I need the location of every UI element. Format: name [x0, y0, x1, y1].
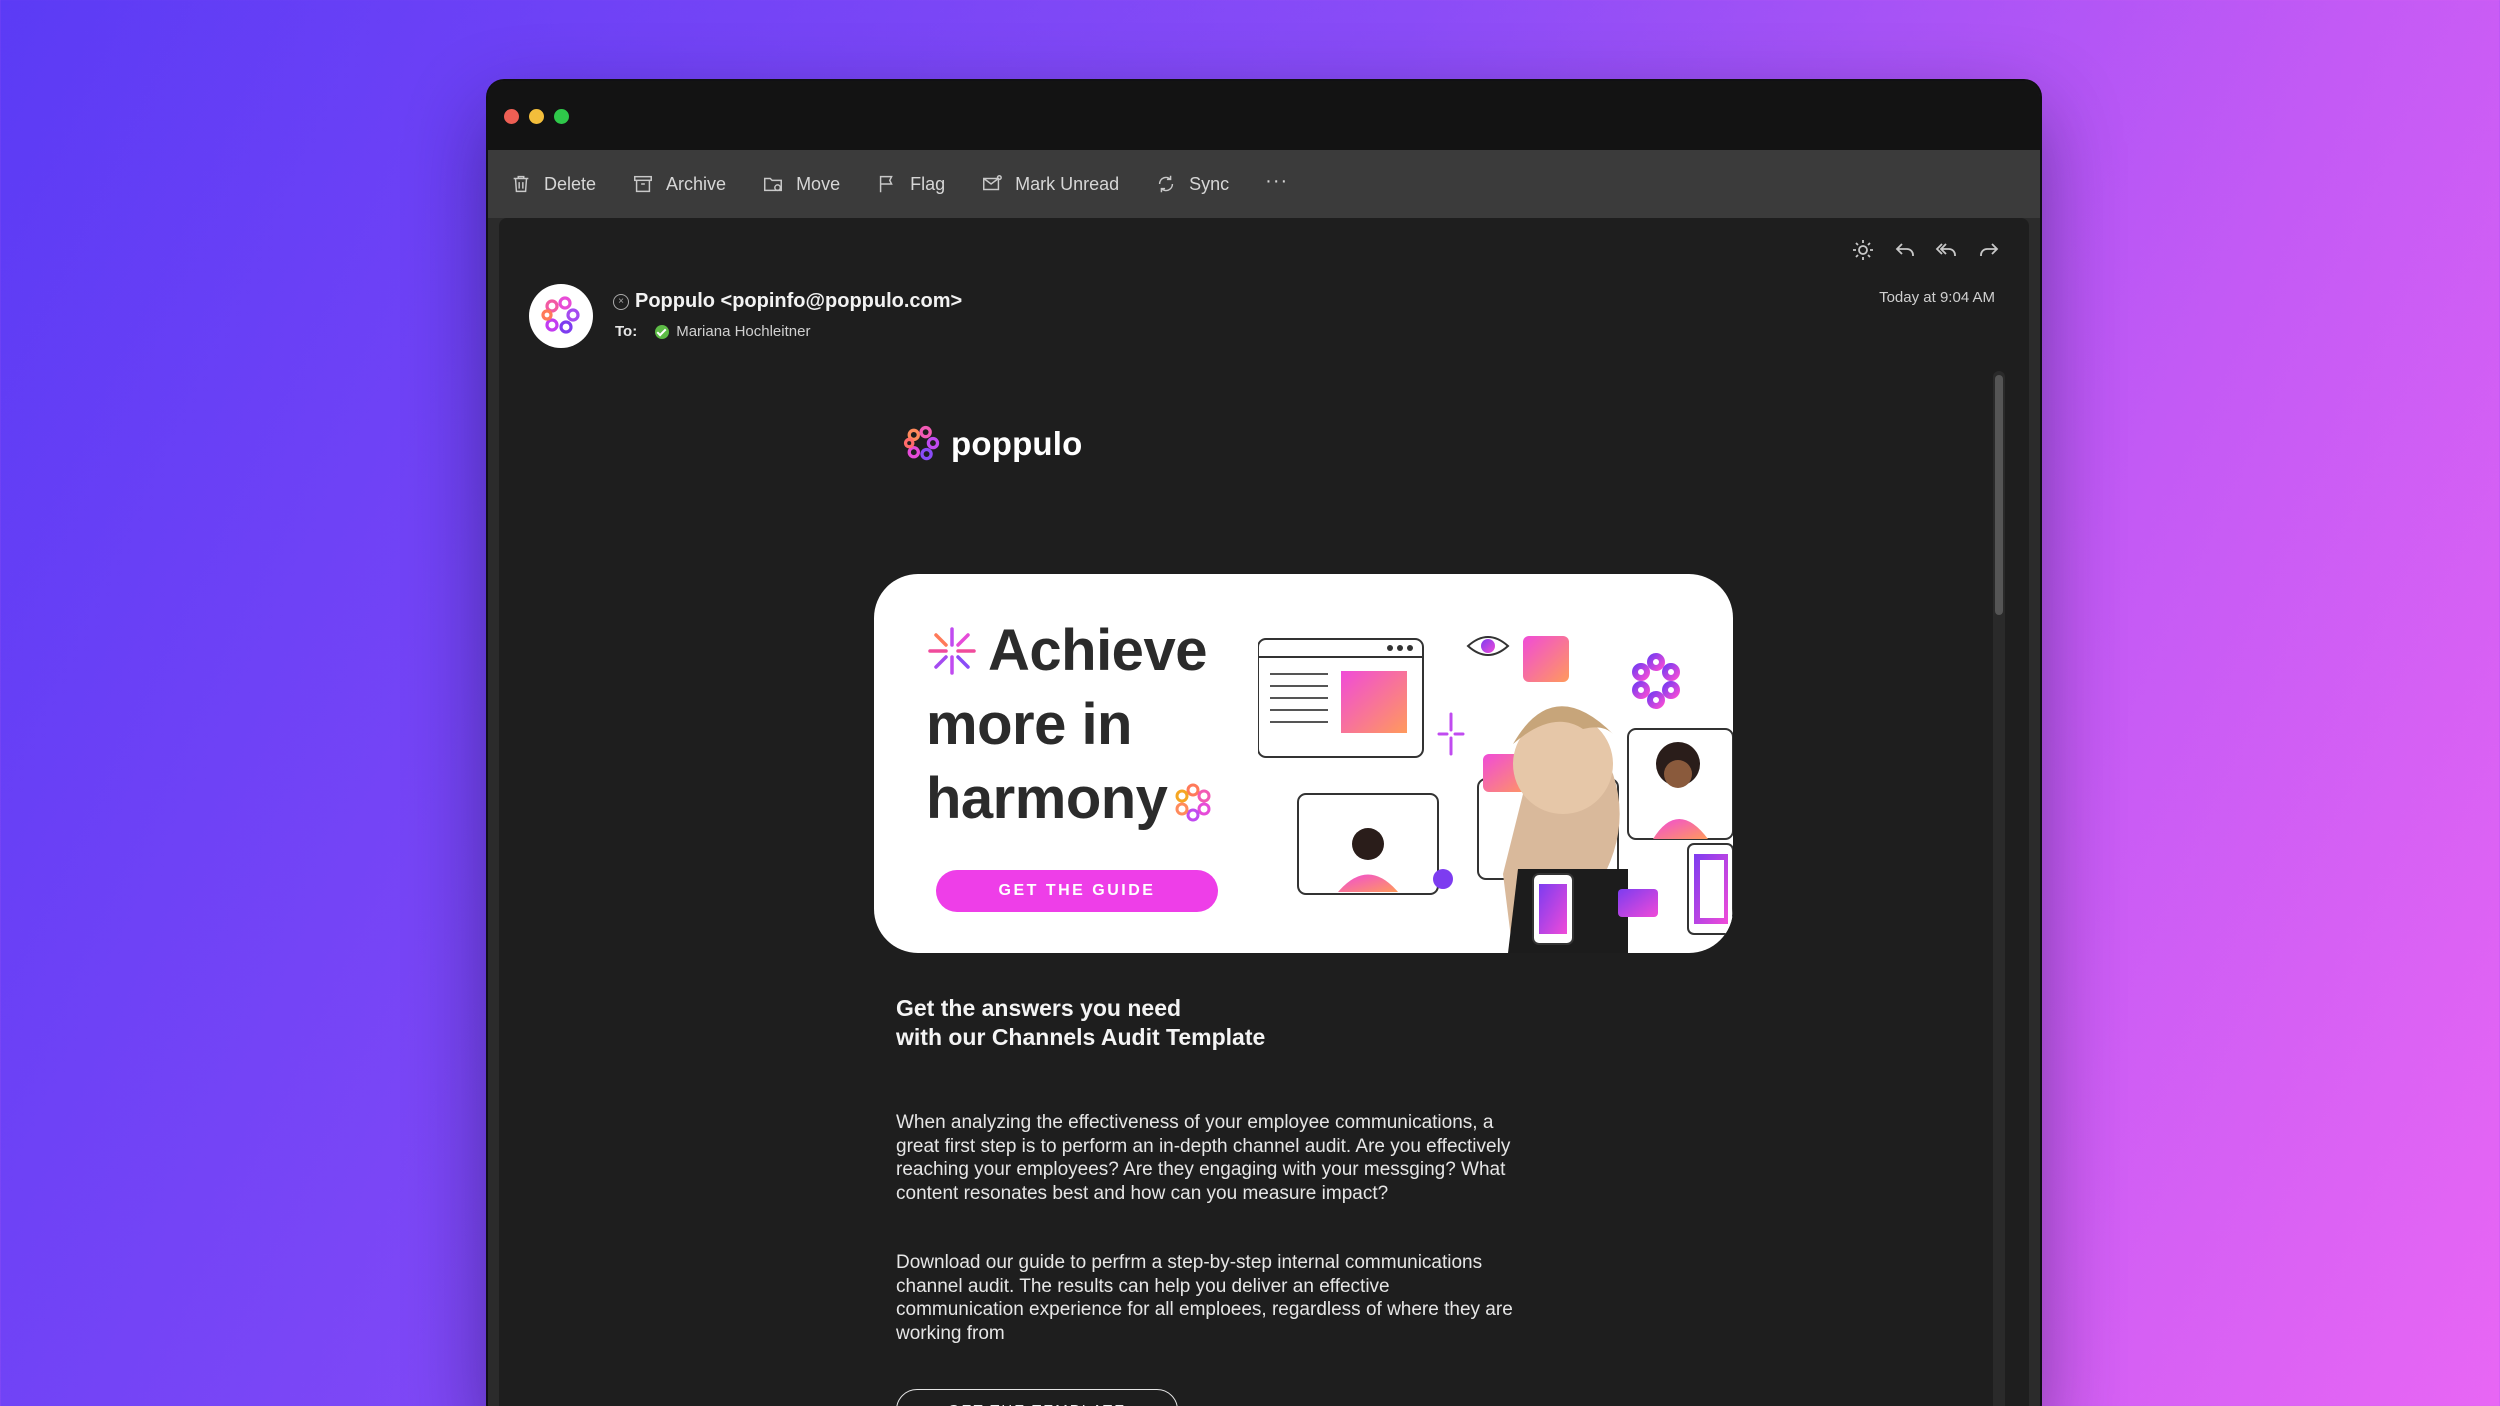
folder-move-icon — [764, 177, 783, 192]
sync-button[interactable]: Sync — [1155, 173, 1229, 195]
message-actions — [1851, 238, 2001, 262]
get-the-guide-button[interactable]: GET THE GUIDE — [936, 870, 1218, 912]
flag-icon — [879, 175, 893, 193]
archive-icon — [634, 175, 653, 193]
message-timestamp: Today at 9:04 AM — [1879, 289, 1995, 306]
archive-label: Archive — [666, 173, 727, 194]
scrollbar[interactable] — [1993, 371, 2005, 1406]
headline-line-1: Achieve — [988, 618, 1207, 683]
headline-line-2: more in — [926, 692, 1133, 757]
hero-banner[interactable]: Achieve more in harmony GET THE GUIDE — [874, 574, 1733, 953]
sender-address: Poppulo <popinfo@poppulo.com> — [635, 290, 963, 312]
mark-unread-button[interactable]: Mark Unread — [981, 173, 1119, 195]
mark-unread-label: Mark Unread — [1015, 173, 1120, 194]
email-title-line-2: with our Channels Audit Template — [896, 1024, 1266, 1050]
sync-label: Sync — [1189, 173, 1230, 194]
to-label: To: — [615, 323, 638, 340]
close-window-button[interactable] — [504, 109, 519, 124]
flag-button[interactable]: Flag — [876, 173, 945, 195]
minimize-window-button[interactable] — [529, 109, 544, 124]
move-label: Move — [796, 173, 841, 194]
poppulo-logo-icon — [541, 296, 580, 334]
delete-label: Delete — [544, 173, 597, 194]
headline-line-3: harmony — [926, 766, 1168, 831]
reply-all-icon[interactable] — [1935, 238, 1959, 262]
envelope-icon — [983, 175, 1002, 191]
delete-button[interactable]: Delete — [510, 173, 596, 195]
sparkle-icon — [928, 627, 976, 675]
body-paragraph-2: Download our guide to perfrm a step-by-s… — [896, 1252, 1513, 1344]
message-pane: × Poppulo <popinfo@poppulo.com> To: Mari… — [499, 218, 2029, 1406]
archive-button[interactable]: Archive — [632, 173, 726, 195]
scrollbar-thumb[interactable] — [1995, 375, 2003, 615]
reply-icon[interactable] — [1893, 238, 1917, 262]
sender[interactable]: × Poppulo <popinfo@poppulo.com> — [613, 290, 962, 313]
hero-headline: Achieve more in harmony — [926, 614, 1213, 836]
get-the-template-button[interactable]: GET THE TEMPLATE — [896, 1389, 1178, 1406]
toolbar: Delete Archive Move Flag Mark Unread Syn… — [488, 150, 2040, 218]
email-brand-logo[interactable]: poppulo — [901, 423, 1083, 465]
zoom-window-button[interactable] — [554, 109, 569, 124]
recipient-name[interactable]: Mariana Hochleitner — [676, 323, 810, 340]
brightness-icon[interactable] — [1851, 238, 1875, 262]
body-paragraph-1: When analyzing the effectiveness of your… — [896, 1112, 1511, 1204]
harmony-flower-icon — [1175, 783, 1211, 822]
verified-icon — [655, 324, 670, 339]
sender-avatar — [529, 284, 593, 348]
mail-window: Delete Archive Move Flag Mark Unread Syn… — [488, 81, 2040, 1406]
trash-icon — [513, 175, 529, 193]
email-title-line-1: Get the answers you need — [896, 995, 1182, 1021]
recipient-row: To: Mariana Hochleitner — [615, 323, 810, 340]
flag-label: Flag — [910, 173, 946, 194]
forward-icon[interactable] — [1977, 238, 2001, 262]
title-bar — [488, 81, 2040, 150]
more-actions-button[interactable]: ··· — [1265, 170, 1288, 193]
unsubscribe-icon[interactable]: × — [613, 293, 629, 310]
logo-text: poppulo — [951, 425, 1083, 462]
hero-illustration — [1258, 636, 1733, 953]
poppulo-logo-icon — [903, 425, 940, 461]
email-title: Get the answers you need with our Channe… — [896, 994, 1396, 1052]
move-button[interactable]: Move — [762, 173, 840, 195]
sync-icon — [1158, 175, 1174, 193]
